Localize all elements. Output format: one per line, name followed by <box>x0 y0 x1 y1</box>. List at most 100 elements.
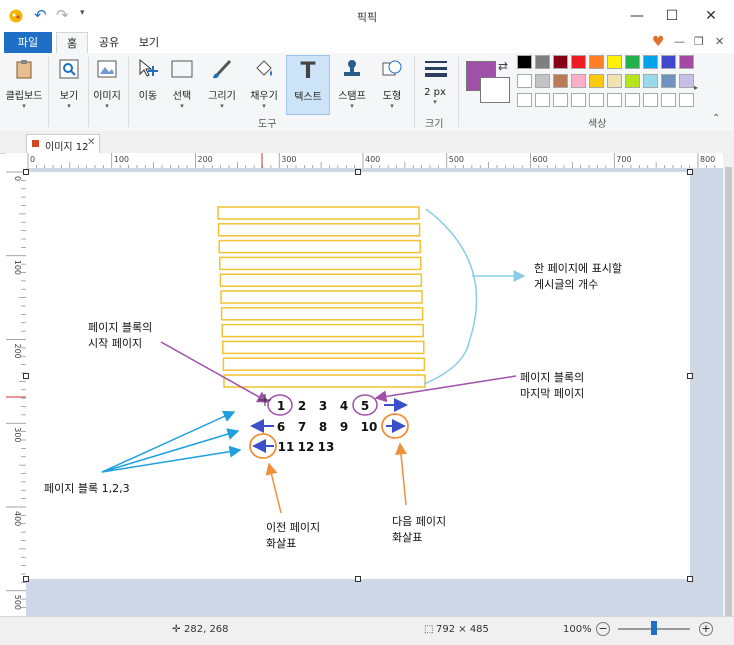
palette-color-swatch[interactable] <box>661 74 676 88</box>
zoom-out-icon[interactable]: − <box>596 622 610 636</box>
custom-color-slot[interactable] <box>517 93 532 107</box>
post-row-box <box>221 323 424 338</box>
page-number: 12 <box>298 440 315 454</box>
tab-home[interactable]: 홈 <box>56 32 88 54</box>
palette-color-swatch[interactable] <box>517 74 532 88</box>
palette-color-swatch[interactable] <box>535 55 550 69</box>
tab-file[interactable]: 파일 <box>4 32 52 53</box>
palette-color-swatch[interactable] <box>679 55 694 69</box>
palette-color-swatch[interactable] <box>643 74 658 88</box>
swap-colors-icon[interactable]: ⇄ <box>498 59 508 73</box>
shape-button[interactable]: 도형 ▾ <box>374 55 410 113</box>
chevron-down-icon: ▾ <box>67 102 71 110</box>
ribbon-close-icon[interactable]: ✕ <box>715 35 724 48</box>
draw-button[interactable]: 그리기 ▾ <box>204 55 240 113</box>
clipboard-button[interactable]: 클립보드 ▾ <box>4 55 44 113</box>
collapse-ribbon-icon[interactable]: ⌃ <box>712 113 720 124</box>
line-width-icon <box>425 61 449 77</box>
minimize-icon[interactable]: — <box>622 4 652 28</box>
stamp-button[interactable]: 스탬프 ▾ <box>334 55 370 113</box>
view-button[interactable]: 보기 ▾ <box>52 55 86 113</box>
image-button[interactable]: 이미지 ▾ <box>90 55 124 113</box>
next-label-line2: 화살표 <box>392 531 422 544</box>
post-row-box <box>217 223 421 237</box>
palette-color-swatch[interactable] <box>625 55 640 69</box>
palette-color-swatch[interactable] <box>625 74 640 88</box>
palette-color-swatch[interactable] <box>571 74 586 88</box>
ruler-label: 0 <box>30 155 35 164</box>
next-label-line1: 다음 페이지 <box>392 515 446 528</box>
zoom-in-icon[interactable]: + <box>699 622 713 636</box>
ribbon-restore-icon[interactable]: ❐ <box>694 35 704 48</box>
post-rows <box>217 206 426 388</box>
select-button[interactable]: 선택 ▾ <box>166 55 198 113</box>
page-number: 7 <box>298 420 306 434</box>
close-tab-icon[interactable]: ✕ <box>87 137 95 148</box>
palette-color-swatch[interactable] <box>589 74 604 88</box>
zoom-slider-thumb[interactable] <box>651 621 657 635</box>
custom-color-slot[interactable] <box>679 93 694 107</box>
title-bar: ↶ ↷ ▾ 픽픽 — ☐ ✕ <box>0 0 734 32</box>
heart-icon[interactable]: ♥ <box>652 34 665 50</box>
ruler-label: 700 <box>616 155 631 164</box>
maximize-icon[interactable]: ☐ <box>657 4 687 28</box>
palette-color-swatch[interactable] <box>661 55 676 69</box>
vertical-scrollbar[interactable] <box>723 153 734 617</box>
palette-more-icon[interactable]: ▸ <box>694 83 698 92</box>
palette-color-swatch[interactable] <box>607 74 622 88</box>
prev-label-line2: 화살표 <box>266 537 296 550</box>
resize-handle[interactable] <box>687 576 693 582</box>
palette-color-swatch[interactable] <box>535 74 550 88</box>
fill-button[interactable]: 채우기 ▾ <box>246 55 282 113</box>
custom-color-slot[interactable] <box>643 93 658 107</box>
palette-color-swatch[interactable] <box>517 55 532 69</box>
resize-handle[interactable] <box>355 169 361 175</box>
custom-color-slot[interactable] <box>553 93 568 107</box>
resize-handle[interactable] <box>23 373 29 379</box>
shape-icon <box>382 60 402 76</box>
ribbon-minimize-icon[interactable]: — <box>674 35 685 48</box>
palette-color-swatch[interactable] <box>553 74 568 88</box>
horizontal-ruler: 0 100 200 300 400 500 600 700 800 <box>26 153 723 169</box>
palette-color-swatch[interactable] <box>607 55 622 69</box>
stamp-icon <box>344 60 360 76</box>
text-tool-button[interactable]: T 텍스트 <box>286 55 330 115</box>
page-number: 13 <box>318 440 335 454</box>
vertical-ruler-ticks: 0 100 200 300 400 500 <box>6 171 26 610</box>
move-button[interactable]: 이동 <box>132 55 164 113</box>
post-row-box <box>217 206 420 220</box>
group-label-tools: 도구 <box>258 119 277 130</box>
resize-handle[interactable] <box>23 169 29 175</box>
resize-handle[interactable] <box>355 576 361 582</box>
custom-color-slot[interactable] <box>535 93 550 107</box>
block-end-label-line2: 마지막 페이지 <box>520 387 584 400</box>
tab-view[interactable]: 보기 <box>132 32 166 53</box>
page-number: 9 <box>340 420 348 434</box>
rows-brace <box>423 208 478 385</box>
ribbon: 클립보드 ▾ 보기 ▾ 이미지 ▾ 이동 선택 ▾ 그리기 ▾ 채우기 ▾ T 텍스트 스탬… <box>0 53 734 132</box>
custom-color-slot[interactable] <box>625 93 640 107</box>
close-icon[interactable]: ✕ <box>696 4 726 28</box>
palette-color-swatch[interactable] <box>571 55 586 69</box>
resize-handle[interactable] <box>687 169 693 175</box>
document-tab[interactable]: 이미지 12 ✕ <box>26 134 100 153</box>
resize-handle[interactable] <box>687 373 693 379</box>
secondary-color-swatch[interactable] <box>480 77 510 103</box>
image-canvas[interactable]: 한 페이지에 표시할 게시글의 개수 페이지 블록의 시작 페이지 페이지 블록… <box>23 169 693 582</box>
tab-share[interactable]: 공유 <box>92 32 126 53</box>
palette-color-swatch[interactable] <box>643 55 658 69</box>
custom-color-slot[interactable] <box>661 93 676 107</box>
custom-color-slot[interactable] <box>607 93 622 107</box>
palette-color-swatch[interactable] <box>679 74 694 88</box>
palette-color-swatch[interactable] <box>589 55 604 69</box>
image-size: 792 × 485 <box>436 624 489 635</box>
custom-color-slot[interactable] <box>571 93 586 107</box>
size-button[interactable]: 2 px ▾ <box>416 55 454 113</box>
page-number: 6 <box>277 420 285 434</box>
scrollbar-thumb[interactable] <box>725 167 732 617</box>
resize-handle[interactable] <box>23 576 29 582</box>
chevron-down-icon: ▾ <box>262 102 266 110</box>
image-icon <box>97 60 117 78</box>
palette-color-swatch[interactable] <box>553 55 568 69</box>
custom-color-slot[interactable] <box>589 93 604 107</box>
